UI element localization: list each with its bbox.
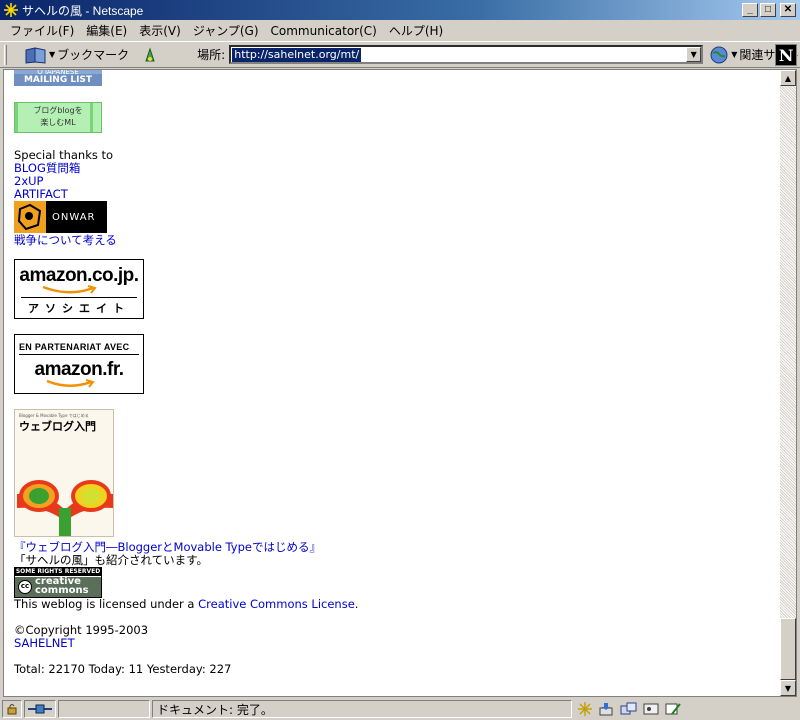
link-sahelnet[interactable]: SAHELNET <box>14 637 75 650</box>
url-dropdown-button[interactable]: ▼ <box>686 47 702 62</box>
scroll-down-button[interactable]: ▼ <box>780 680 796 696</box>
menu-go[interactable]: ジャンプ(G) <box>187 22 265 39</box>
online-status-icon[interactable] <box>24 700 56 718</box>
chevron-down-icon: ▼ <box>49 50 56 59</box>
link-artifact[interactable]: ARTIFACT <box>14 188 68 201</box>
bookmark-book-icon <box>25 46 46 64</box>
mailing-list-banner[interactable]: O JAPANESE MAILING LIST <box>14 70 102 86</box>
menu-edit[interactable]: 編集(E) <box>80 22 133 39</box>
menu-communicator[interactable]: Communicator(C) <box>265 24 383 38</box>
book-cover-small-text: Blogger & Movable Type ではじめる <box>19 413 89 418</box>
license-suffix: . <box>354 597 359 611</box>
license-prefix: This weblog is licensed under a <box>14 597 199 611</box>
amazon-fr-brand: amazon.fr. <box>34 359 124 380</box>
page-proxy-icon[interactable] <box>143 46 157 63</box>
location-toolbar: ▼ ブックマーク 場所: http://sahelnet.org/mt/ ▼ ▼… <box>0 41 800 68</box>
location-field[interactable]: http://sahelnet.org/mt/ ▼ <box>229 45 704 64</box>
menu-help[interactable]: ヘルプ(H) <box>383 22 449 39</box>
security-lock-icon[interactable] <box>2 700 22 718</box>
blog-ml-line1: ブログblogを <box>33 106 83 115</box>
menu-file[interactable]: ファイル(F) <box>4 22 80 39</box>
vertical-scrollbar[interactable]: ▲ ▼ <box>780 70 796 696</box>
book-cover-title: ウェブログ入門 <box>19 420 96 433</box>
status-bar: ドキュメント: 完了。 <box>0 698 800 720</box>
amazon-jp-badge[interactable]: amazon.co.jp. アソシエイト <box>14 259 144 319</box>
book-cover-image[interactable]: Blogger & Movable Type ではじめる ウェブログ入門 <box>14 409 114 537</box>
title-bar: サヘルの風 - Netscape _ □ ✕ <box>0 0 800 20</box>
groups-icon[interactable] <box>618 700 640 718</box>
link-creative-commons-license[interactable]: Creative Commons License <box>198 597 355 611</box>
netscape-icon <box>3 2 19 18</box>
book-cover-art-icon <box>17 480 113 536</box>
address-book-icon[interactable] <box>640 700 662 718</box>
link-war-thinking[interactable]: 戦争について考える <box>14 234 117 247</box>
netscape-n-logo[interactable]: N <box>775 44 797 66</box>
cc-main-2: commons <box>35 585 89 596</box>
composer-icon[interactable] <box>662 700 684 718</box>
license-line: This weblog is licensed under a Creative… <box>14 598 358 611</box>
amazon-fr-top: EN PARTENARIAT AVEC <box>19 342 130 352</box>
cc-top-text: SOME RIGHTS RESERVED <box>15 568 101 576</box>
cc-logo-icon: cc <box>18 580 32 594</box>
progress-meter <box>58 700 150 718</box>
blog-ml-line2: 楽しむML <box>40 118 76 127</box>
maximize-button[interactable]: □ <box>760 3 776 17</box>
amazon-smile-icon <box>42 285 97 294</box>
navigator-icon[interactable] <box>574 700 596 718</box>
amazon-jp-sub: アソシエイト <box>28 302 130 315</box>
creative-commons-badge[interactable]: SOME RIGHTS RESERVED cc creative commons <box>14 567 102 598</box>
bookmarks-label: ブックマーク <box>57 48 130 62</box>
onwar-banner[interactable]: ONWAR <box>14 201 107 233</box>
mailing-list-main-text: MAILING LIST <box>14 74 102 86</box>
location-label: 場所: <box>197 48 226 62</box>
status-text: ドキュメント: 完了。 <box>152 700 572 718</box>
minimize-button[interactable]: _ <box>742 3 758 17</box>
onwar-label: ONWAR <box>52 212 96 223</box>
chevron-down-icon: ▼ <box>731 50 738 59</box>
onwar-logo-icon <box>14 201 46 233</box>
close-button[interactable]: ✕ <box>780 3 796 17</box>
amazon-fr-badge[interactable]: EN PARTENARIAT AVEC amazon.fr. <box>14 334 144 394</box>
scroll-thumb[interactable] <box>780 618 796 680</box>
visit-counter: Total: 22170 Today: 11 Yesterday: 227 <box>14 662 232 676</box>
page-viewport: O JAPANESE MAILING LIST ブログblogを 楽しむML S… <box>3 69 797 697</box>
url-text[interactable]: http://sahelnet.org/mt/ <box>232 47 362 62</box>
blog-ml-banner[interactable]: ブログblogを 楽しむML <box>14 102 102 133</box>
menu-view[interactable]: 表示(V) <box>133 22 187 39</box>
toolbar-grip[interactable] <box>4 44 7 65</box>
scroll-up-button[interactable]: ▲ <box>780 70 796 86</box>
bookmarks-button[interactable]: ▼ ブックマーク <box>25 46 129 64</box>
amazon-smile-icon <box>46 379 95 388</box>
book-note-text: 「サヘルの風」も紹介されています。 <box>14 553 209 567</box>
globe-icon <box>710 46 728 63</box>
menu-bar: ファイル(F) 編集(E) 表示(V) ジャンプ(G) Communicator… <box>0 20 800 41</box>
amazon-jp-brand: amazon.co.jp. <box>19 265 139 286</box>
mail-icon[interactable] <box>596 700 618 718</box>
window-title: サヘルの風 - Netscape <box>22 3 144 18</box>
